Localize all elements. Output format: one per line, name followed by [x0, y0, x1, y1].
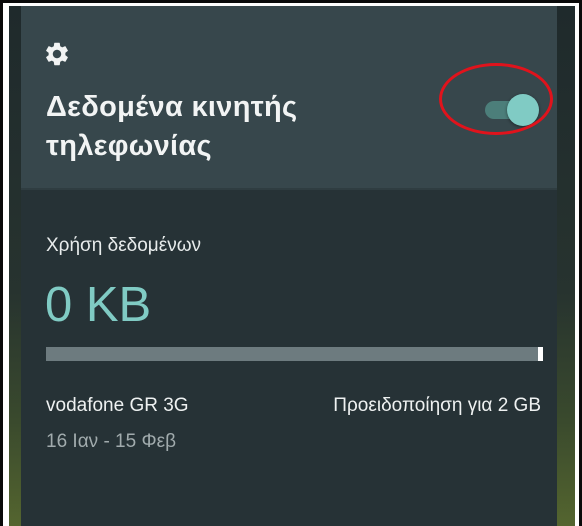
data-usage-label: Χρήση δεδομένων: [46, 235, 202, 256]
gear-icon[interactable]: [43, 40, 71, 68]
mobile-data-header: Δεδομένα κινητής τηλεφωνίας: [21, 6, 557, 188]
carrier-name: vodafone GR 3G: [46, 395, 189, 416]
mobile-data-panel: Δεδομένα κινητής τηλεφωνίας Χρήση δεδομέ…: [21, 6, 557, 526]
frame-border-left: [0, 0, 3, 526]
billing-period: 16 Ιαν - 15 Φεβ: [46, 431, 177, 452]
header-divider: [21, 188, 557, 190]
data-limit-marker: [538, 347, 543, 361]
frame-border-top: [0, 0, 582, 3]
data-warning-limit: Προειδοποίηση για 2 GB: [333, 395, 541, 416]
data-usage-progress-bar: [46, 347, 543, 361]
screenshot-frame: Δεδομένα κινητής τηλεφωνίας Χρήση δεδομέ…: [0, 0, 582, 526]
data-usage-value: 0 KB: [45, 278, 152, 332]
mobile-data-title: Δεδομένα κινητής τηλεφωνίας: [46, 91, 298, 162]
highlight-circle-annotation: [439, 63, 553, 135]
